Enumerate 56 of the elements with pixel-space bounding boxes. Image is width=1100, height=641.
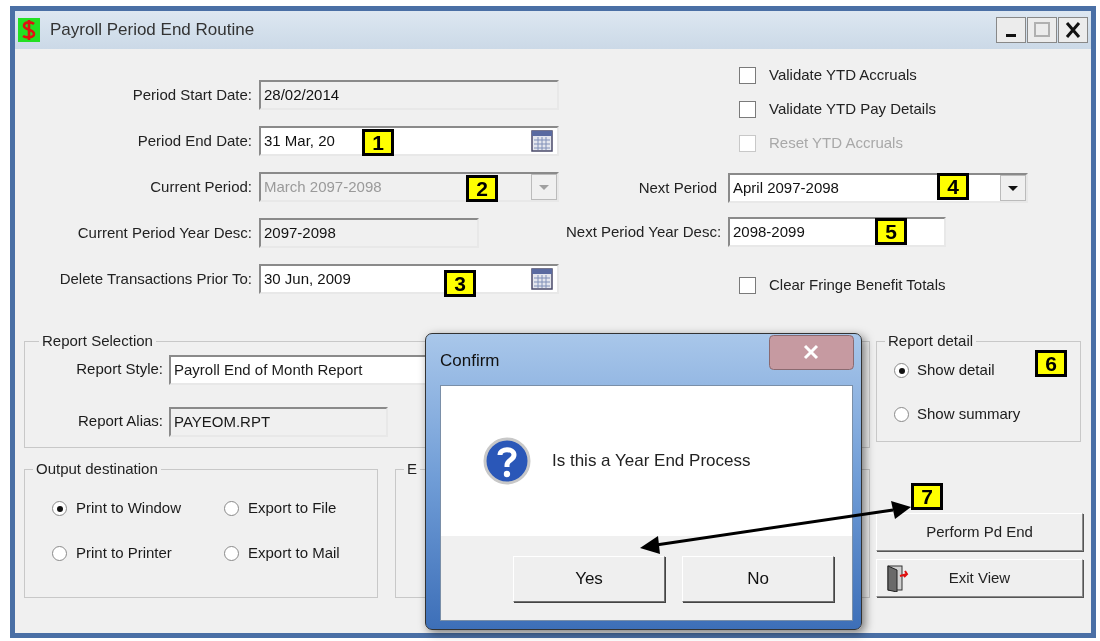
calendar-icon[interactable]: [531, 268, 553, 290]
checkbox-label: Validate YTD Pay Details: [769, 98, 937, 119]
dialog-message: Is this a Year End Process: [552, 450, 751, 473]
radio-label: Export to Mail: [248, 543, 340, 564]
radio-button[interactable]: [52, 546, 67, 561]
field-label: Report Style:: [75, 359, 164, 380]
callout-label: 7: [911, 483, 943, 510]
callout-label: 1: [362, 129, 394, 156]
radio-label: Print to Window: [76, 498, 182, 519]
checkbox[interactable]: [739, 100, 756, 118]
minimize-icon[interactable]: [996, 17, 1026, 43]
close-icon[interactable]: [1058, 17, 1088, 43]
callout-label: 4: [937, 173, 969, 200]
field-label: Period Start Date:: [131, 84, 253, 105]
radio-button[interactable]: [894, 363, 909, 378]
field-label: Current Period:: [149, 176, 253, 197]
radio-label: Print to Printer: [76, 543, 172, 564]
field-label: Period End Date:: [136, 130, 253, 151]
field-label: Next Period: [637, 177, 718, 198]
field-label: Next Period Year Desc:: [566, 221, 723, 242]
callout-label: 3: [444, 270, 476, 297]
group-label: Report Selection: [41, 331, 154, 351]
input-field[interactable]: PAYEOM.RPT: [169, 406, 388, 437]
callout-label: 6: [1035, 350, 1067, 377]
radio-button[interactable]: [52, 501, 67, 516]
dialog-button[interactable]: No: [682, 556, 834, 602]
group-label: Output destination: [35, 459, 159, 479]
callout-label: 5: [875, 218, 907, 245]
checkbox-label: Reset YTD Accruals: [769, 132, 903, 153]
radio-button[interactable]: [224, 501, 239, 516]
radio-button[interactable]: [894, 407, 909, 422]
input-field[interactable]: 28/02/2014: [259, 80, 559, 110]
calendar-icon[interactable]: [531, 130, 553, 152]
door-icon: [886, 564, 910, 592]
checkbox-label: Validate YTD Accruals: [769, 64, 917, 85]
radio-label: Export to File: [248, 498, 337, 519]
radio-label: Show summary: [917, 404, 1021, 425]
push-button[interactable]: Perform Pd End: [876, 513, 1083, 551]
callout-label: 2: [466, 175, 498, 202]
checkbox[interactable]: [739, 66, 756, 84]
dollar-icon: [18, 18, 40, 42]
radio-label: Show detail: [917, 360, 995, 381]
question-icon: [483, 437, 531, 485]
field-label: Delete Transactions Prior To:: [58, 268, 253, 289]
dropdown-button[interactable]: [1000, 175, 1026, 201]
checkbox[interactable]: [739, 276, 756, 294]
group-label: Report detail: [887, 331, 975, 351]
field-label: Current Period Year Desc:: [76, 222, 253, 243]
dialog-button[interactable]: Yes: [513, 556, 665, 602]
checkbox-label: Clear Fringe Benefit Totals: [769, 274, 946, 295]
radio-button[interactable]: [224, 546, 239, 561]
push-button[interactable]: Exit View: [876, 559, 1083, 597]
field-label: Report Alias:: [76, 411, 164, 432]
input-field[interactable]: 2097-2098: [259, 218, 479, 248]
window-title: Payroll Period End Routine: [50, 19, 255, 42]
group-label: E: [406, 459, 418, 479]
